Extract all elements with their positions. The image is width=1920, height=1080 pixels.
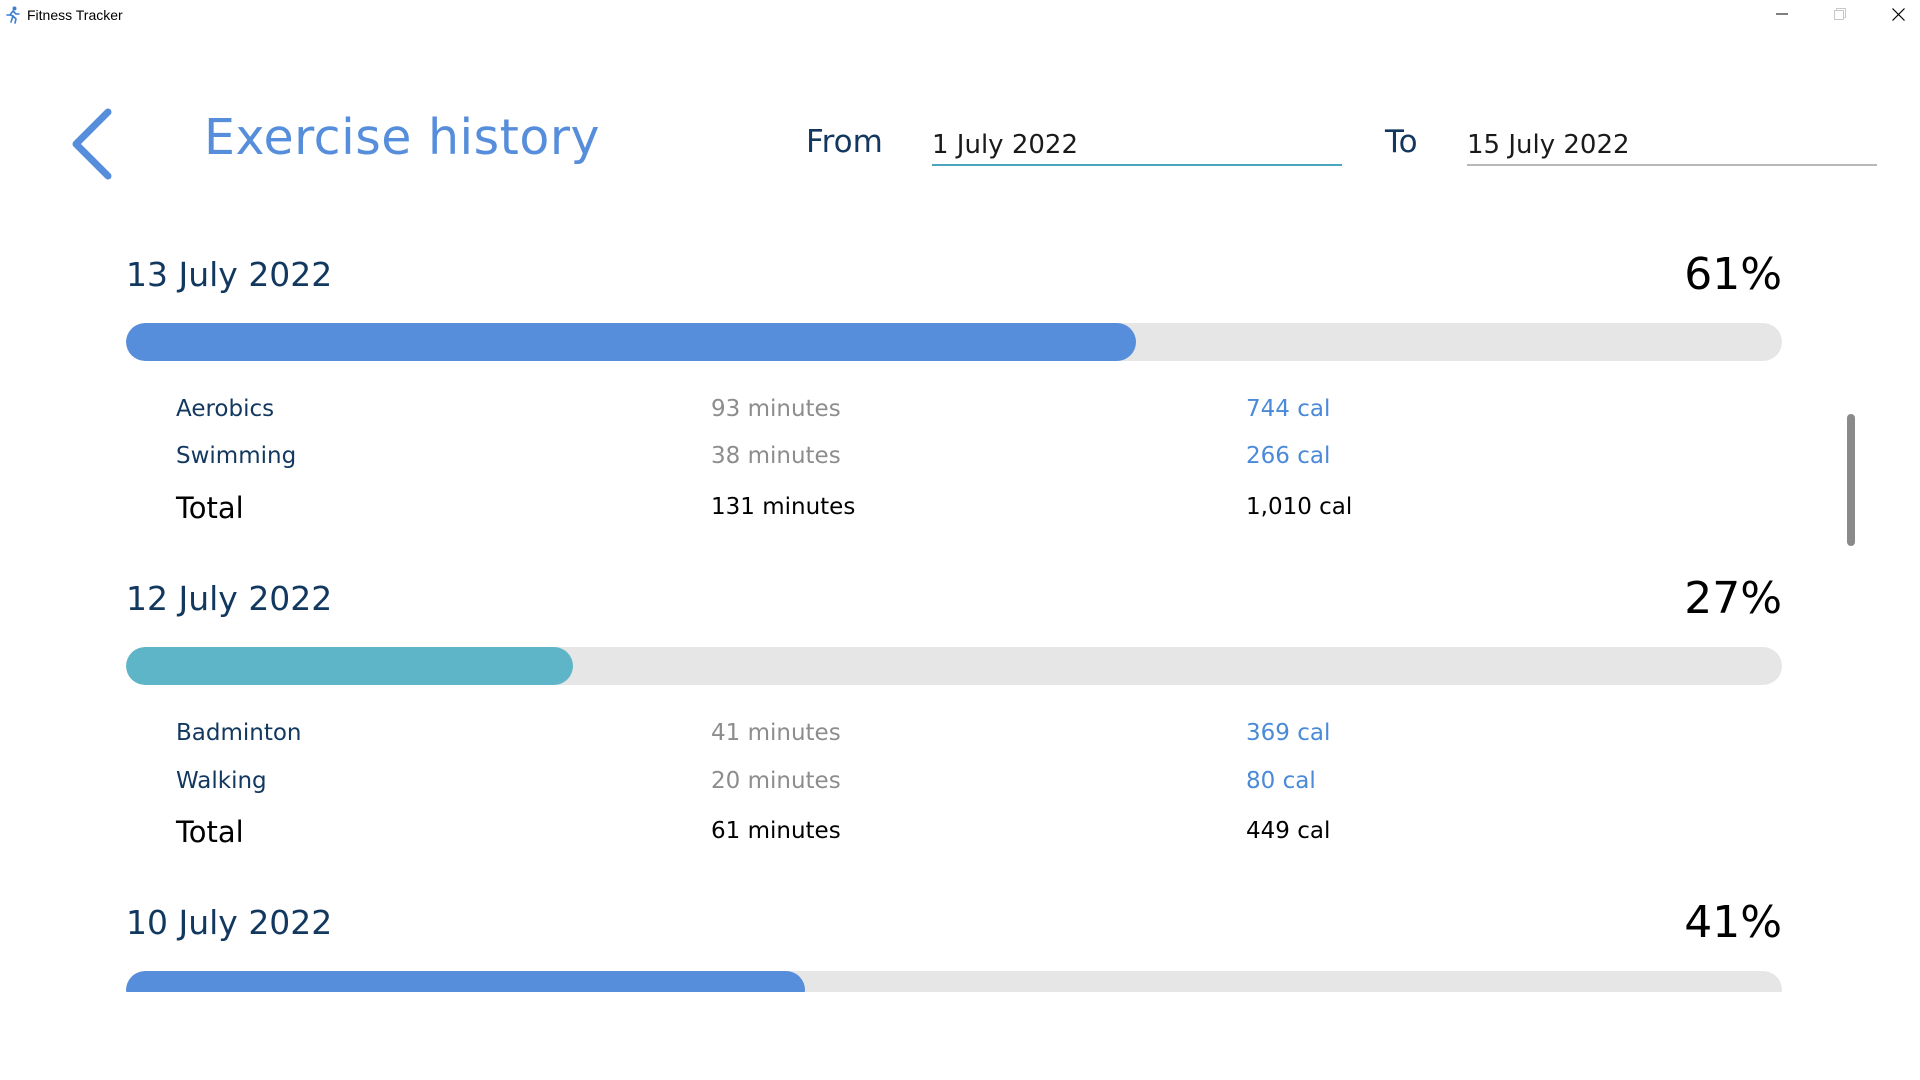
exercise-name: Aerobics bbox=[176, 396, 275, 422]
exercise-calories: 80 cal bbox=[1246, 768, 1316, 794]
from-label: From bbox=[806, 124, 883, 160]
title-bar: Fitness Tracker bbox=[0, 0, 1920, 30]
day-date: 13 July 2022 bbox=[126, 255, 333, 294]
progress-track bbox=[126, 323, 1782, 361]
minimize-icon bbox=[1776, 13, 1788, 15]
day-percent: 27% bbox=[1684, 573, 1782, 624]
page-title: Exercise history bbox=[204, 109, 601, 166]
day-date: 12 July 2022 bbox=[126, 579, 333, 618]
from-date-input[interactable] bbox=[932, 124, 1342, 166]
exercise-minutes: 38 minutes bbox=[711, 443, 841, 469]
back-button[interactable] bbox=[68, 106, 118, 182]
close-icon bbox=[1892, 8, 1905, 21]
progress-track bbox=[126, 647, 1782, 685]
progress-fill bbox=[126, 647, 574, 685]
total-calories: 449 cal bbox=[1246, 818, 1331, 844]
to-label: To bbox=[1385, 124, 1418, 160]
day-percent: 61% bbox=[1684, 249, 1782, 300]
exercise-name: Swimming bbox=[176, 443, 297, 469]
chevron-left-icon bbox=[72, 108, 112, 180]
exercise-name: Badminton bbox=[176, 720, 302, 746]
window-title: Fitness Tracker bbox=[27, 7, 123, 23]
scrollbar-thumb[interactable] bbox=[1847, 414, 1855, 546]
total-calories: 1,010 cal bbox=[1246, 494, 1353, 520]
maximize-button[interactable] bbox=[1812, 0, 1868, 30]
exercise-minutes: 20 minutes bbox=[711, 768, 841, 794]
day-date: 10 July 2022 bbox=[126, 903, 333, 942]
exercise-calories: 266 cal bbox=[1246, 443, 1331, 469]
day-percent: 41% bbox=[1684, 897, 1782, 948]
exercise-calories: 744 cal bbox=[1246, 396, 1331, 422]
total-label: Total bbox=[176, 815, 244, 849]
to-date-input[interactable] bbox=[1467, 124, 1877, 166]
progress-fill bbox=[126, 323, 1137, 361]
total-minutes: 131 minutes bbox=[711, 494, 856, 520]
exercise-minutes: 93 minutes bbox=[711, 396, 841, 422]
minimize-button[interactable] bbox=[1754, 0, 1810, 30]
viewport-clip bbox=[0, 992, 1920, 1080]
exercise-minutes: 41 minutes bbox=[711, 720, 841, 746]
close-button[interactable] bbox=[1870, 0, 1920, 30]
total-label: Total bbox=[176, 491, 244, 525]
total-minutes: 61 minutes bbox=[711, 818, 841, 844]
restore-icon bbox=[1834, 8, 1846, 20]
runner-icon bbox=[5, 6, 21, 24]
exercise-calories: 369 cal bbox=[1246, 720, 1331, 746]
exercise-name: Walking bbox=[176, 768, 267, 794]
